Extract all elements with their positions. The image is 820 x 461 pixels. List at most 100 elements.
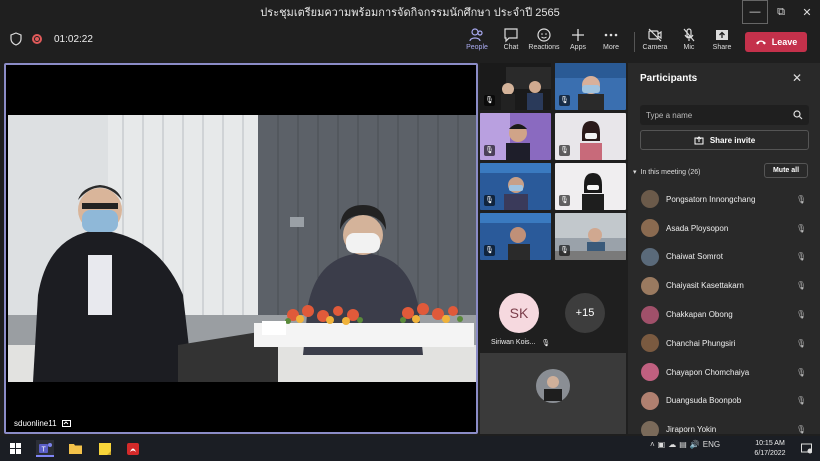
- clock-time: 10:15 AM: [755, 440, 785, 447]
- muted-mic-icon: 🎙: [484, 145, 495, 156]
- search-icon: [793, 110, 803, 120]
- more-icon: [604, 33, 618, 37]
- meeting-title: ประชุมเตรียมความพร้อมการจัดกิจกรรมนักศึก…: [260, 7, 560, 19]
- leave-button[interactable]: Leave: [745, 32, 807, 52]
- video-tile[interactable]: 🎙: [555, 163, 626, 210]
- in-meeting-label: In this meeting (26): [640, 168, 701, 176]
- self-view-avatar: [536, 369, 570, 403]
- chevron-up-icon[interactable]: ˄: [650, 440, 655, 449]
- video-tile[interactable]: 🎙: [555, 213, 626, 260]
- participant-row[interactable]: Chaiwat Somrot 🎙: [628, 243, 820, 272]
- mic-label: Mic: [683, 44, 695, 51]
- chat-icon: [504, 28, 518, 43]
- participant-name: Chaiwat Somrot: [666, 252, 723, 262]
- sticky-notes-icon[interactable]: [96, 440, 114, 457]
- apps-label: Apps: [570, 44, 586, 51]
- muted-mic-icon: 🎙: [559, 95, 570, 106]
- participant-name: Chayapon Chomchaiya: [666, 367, 750, 377]
- participant-row[interactable]: Pongsatorn Innongchang 🎙: [628, 185, 820, 214]
- stage-name-tag: sduonline11: [14, 419, 71, 428]
- muted-mic-icon: 🎙: [559, 195, 570, 206]
- video-tile[interactable]: 🎙: [480, 213, 551, 260]
- participant-name: Chakkapan Obong: [666, 310, 733, 320]
- restore-button[interactable]: ⧉: [768, 0, 794, 24]
- teams-app-icon[interactable]: T: [36, 440, 54, 457]
- more-button[interactable]: More: [591, 26, 631, 58]
- mic-off-icon: 🎙: [796, 396, 807, 406]
- mic-off-icon: [683, 28, 695, 42]
- chat-label: Chat: [503, 44, 519, 51]
- avatar: [641, 190, 659, 209]
- muted-mic-icon: 🎙: [484, 95, 495, 106]
- windows-start-icon[interactable]: [6, 440, 24, 457]
- system-tray: ˄ ▣ ☁ ▤ 🔊 ENG: [650, 440, 720, 449]
- acrobat-icon[interactable]: [124, 440, 142, 457]
- svg-text:T: T: [41, 446, 46, 453]
- main-video-stage[interactable]: sduonline11: [4, 63, 478, 434]
- phone-hangup-icon: [755, 40, 766, 45]
- share-button[interactable]: Share: [702, 26, 742, 58]
- avatar: [641, 334, 659, 353]
- notification-icon[interactable]: [797, 440, 815, 457]
- participant-row[interactable]: Asada Ploysopon 🎙: [628, 214, 820, 243]
- sk-name-tag: Siriwan Kois... 🎙: [491, 339, 550, 347]
- recording-icon: [32, 34, 42, 44]
- video-tile[interactable]: 🎙: [480, 113, 551, 160]
- participant-row[interactable]: Chanchai Phungsiri 🎙: [628, 329, 820, 358]
- participant-name: Chaiyasit Kasettakarn: [666, 281, 744, 291]
- close-window-button[interactable]: ✕: [794, 0, 820, 24]
- avatar: [641, 363, 659, 382]
- participant-row[interactable]: Chaiyasit Kasettakarn 🎙: [628, 271, 820, 300]
- stage-participant-name: sduonline11: [14, 419, 57, 428]
- volume-icon[interactable]: 🔊: [690, 440, 700, 449]
- share-tray-icon: [716, 30, 728, 40]
- taskbar-clock[interactable]: 10:15 AM 6/17/2022: [750, 439, 790, 459]
- language-indicator[interactable]: ENG: [703, 440, 720, 449]
- panel-title: Participants: [640, 73, 698, 84]
- participant-row[interactable]: Duangsuda Boonpob 🎙: [628, 387, 820, 416]
- participants-panel: Participants ✕ Type a name Share invite …: [628, 63, 820, 439]
- minimize-button[interactable]: —: [742, 0, 768, 24]
- muted-mic-icon: 🎙: [559, 145, 570, 156]
- people-label: People: [466, 44, 488, 51]
- shield-icon[interactable]: [10, 32, 22, 46]
- participant-list: Pongsatorn Innongchang 🎙 Asada Ploysopon 🎙…: [628, 185, 820, 444]
- conference-room-video: [8, 115, 476, 382]
- participant-row[interactable]: Chakkapan Obong 🎙: [628, 300, 820, 329]
- self-view-tile[interactable]: [480, 353, 626, 434]
- mic-off-icon: 🎙: [796, 194, 807, 204]
- video-tile[interactable]: 🎙: [480, 63, 551, 110]
- file-explorer-icon[interactable]: [66, 440, 84, 457]
- defender-icon[interactable]: ▣: [658, 440, 666, 449]
- network-icon[interactable]: ▤: [679, 440, 687, 449]
- reactions-icon: [537, 28, 551, 42]
- meeting-toolbar: 01:02:22 People Chat Reactions Apps More…: [0, 24, 820, 60]
- muted-mic-icon: 🎙: [484, 195, 495, 206]
- overflow-participants-button[interactable]: +15: [565, 293, 605, 333]
- onedrive-icon[interactable]: ☁: [668, 440, 676, 449]
- camera-label: Camera: [642, 44, 668, 51]
- search-input[interactable]: Type a name: [640, 105, 809, 125]
- share-invite-button[interactable]: Share invite: [640, 130, 809, 150]
- video-tile[interactable]: 🎙: [480, 163, 551, 210]
- avatar-sk[interactable]: SK: [499, 293, 539, 333]
- participant-name: Duangsuda Boonpob: [666, 396, 742, 406]
- close-panel-icon[interactable]: ✕: [792, 71, 802, 85]
- mute-all-button[interactable]: Mute all: [764, 163, 808, 178]
- clock-date: 6/17/2022: [754, 450, 786, 457]
- camera-off-icon: [648, 28, 662, 42]
- mic-off-icon: 🎙: [796, 281, 807, 291]
- sk-participant-name: Siriwan Kois...: [491, 339, 536, 346]
- search-placeholder: Type a name: [646, 110, 693, 120]
- avatar: [641, 305, 659, 324]
- muted-mic-icon: 🎙: [484, 245, 495, 256]
- screen-share-icon: [61, 419, 71, 427]
- video-tile[interactable]: 🎙: [555, 113, 626, 160]
- avatar: [641, 219, 659, 238]
- more-label: More: [603, 44, 619, 51]
- video-tile[interactable]: 🎙: [555, 63, 626, 110]
- participant-row[interactable]: Chayapon Chomchaiya 🎙: [628, 358, 820, 387]
- reactions-label: Reactions: [528, 44, 560, 51]
- video-gallery: 🎙 🎙 🎙 🎙 🎙 🎙 🎙 🎙 SK +15 Siriwan Kois... 🎙: [480, 63, 626, 434]
- plus-icon: [572, 29, 584, 41]
